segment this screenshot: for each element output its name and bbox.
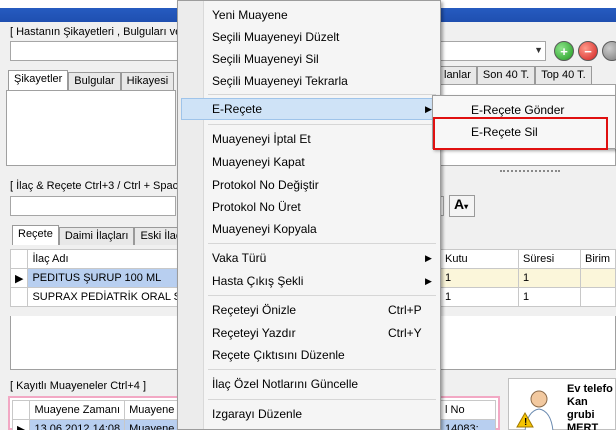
tab-daimi-ilaclari[interactable]: Daimi İlaçları — [58, 227, 135, 245]
splitter-grip[interactable] — [500, 170, 560, 172]
context-menu: Yeni Muayene Seçili Muayeneyi Düzelt Seç… — [177, 0, 441, 430]
right-tabs: lanlar Son 40 T. Top 40 T. — [438, 66, 592, 84]
visit-time-cell[interactable]: 13.06.2012 14:08 — [29, 419, 126, 430]
patient-info-text: Ev telefo Kan grubi MERT ŞA — [567, 383, 615, 430]
remove-icon[interactable]: − — [578, 41, 598, 61]
font-format-label: A — [454, 196, 465, 212]
row-pointer-icon: ▶ — [9, 268, 29, 288]
unit-header[interactable]: Birim — [580, 249, 616, 269]
drug-name-cell[interactable]: SUPRAX PEDİATRİK ORAL SÜ — [27, 287, 194, 307]
svg-text:!: ! — [524, 417, 527, 428]
submenu-arrow-icon: ▶ — [425, 104, 432, 114]
table-row[interactable]: 1 1 — [440, 287, 616, 307]
complaints-section-label: [ Hastanın Şikayetleri , Bulguları ve — [10, 26, 182, 38]
row-indicator-header — [9, 249, 29, 269]
drug-table-right: Kutu Süresi Birim 1 1 1 1 — [440, 249, 616, 307]
menu-item-repeat-visit[interactable]: Seçili Muayeneyi Tekrarla — [212, 74, 348, 88]
chevron-down-icon[interactable]: ▼ — [534, 45, 543, 55]
complaints-tabs: Şikayetler Bulgular Hikayesi — [8, 70, 175, 90]
submenu-item-send[interactable]: E-Reçete Gönder — [471, 103, 564, 117]
visits-table: Muayene Zamanı Muayene ▶ 13.06.2012 14:0… — [11, 400, 180, 430]
visit-type-cell[interactable]: Muayene — [124, 419, 180, 430]
menu-item-update-drug-notes[interactable]: İlaç Özel Notlarını Güncelle — [212, 377, 358, 391]
menu-separator — [208, 124, 436, 125]
menu-item-new-visit[interactable]: Yeni Muayene — [212, 8, 288, 22]
menu-separator — [208, 369, 436, 370]
table-row[interactable]: SUPRAX PEDİATRİK ORAL SÜ — [9, 287, 194, 307]
unit-cell[interactable] — [580, 268, 616, 288]
table-row[interactable]: ▶ PEDITUS ŞURUP 100 ML — [9, 268, 194, 288]
table-row[interactable]: 1 1 — [440, 268, 616, 288]
menu-item-edit-visit[interactable]: Seçili Muayeneyi Düzelt — [212, 30, 339, 44]
box-header[interactable]: Kutu — [440, 249, 519, 269]
font-format-button[interactable]: A▾ — [449, 195, 475, 217]
drug-search-field[interactable] — [10, 196, 176, 216]
menu-item-preview-prescription[interactable]: Reçeteyi Önizle — [212, 303, 296, 317]
menu-item-edit-printout[interactable]: Reçete Çıktısını Düzenle — [212, 348, 345, 362]
highlight-callout-box — [433, 117, 608, 150]
menu-item-edit-grid[interactable]: Izgarayı Düzenle — [212, 407, 302, 421]
shortcut-print: Ctrl+Y — [388, 326, 422, 340]
visit-no-header[interactable]: l No — [440, 400, 496, 420]
row-pointer-icon: ▶ — [11, 419, 31, 430]
blood-group-label: Kan grubi — [567, 396, 595, 421]
duration-header[interactable]: Süresi — [518, 249, 581, 269]
submenu-arrow-icon: ▶ — [425, 276, 432, 286]
menu-separator — [208, 295, 436, 296]
box-cell[interactable]: 1 — [440, 268, 519, 288]
menu-item-print-prescription[interactable]: Reçeteyi Yazdır — [212, 326, 296, 340]
duration-cell[interactable]: 1 — [518, 268, 581, 288]
patient-name-label: MERT ŞA — [567, 422, 599, 430]
table-row[interactable]: ▶ 13.06.2012 14:08 Muayene — [11, 419, 180, 430]
menu-item-change-protocol[interactable]: Protokol No Değiştir — [212, 178, 319, 192]
drug-name-header[interactable]: İlaç Adı — [27, 249, 194, 269]
menu-item-delete-visit[interactable]: Seçili Muayeneyi Sil — [212, 52, 319, 66]
row-indicator — [9, 287, 29, 307]
complaints-panel — [6, 90, 176, 166]
menu-item-close-visit[interactable]: Muayeneyi Kapat — [212, 155, 305, 169]
menu-separator — [208, 399, 436, 400]
home-phone-label: Ev telefo — [567, 383, 613, 395]
tab-sikayetler[interactable]: Şikayetler — [8, 70, 69, 90]
visit-time-header[interactable]: Muayene Zamanı — [29, 400, 126, 420]
box-cell[interactable]: 1 — [440, 287, 519, 307]
tab-lanlar[interactable]: lanlar — [438, 66, 477, 84]
doctor-avatar-icon: ! — [515, 387, 561, 430]
patient-info-card: ! Ev telefo Kan grubi MERT ŞA — [508, 378, 616, 430]
tab-hikayesi[interactable]: Hikayesi — [120, 72, 175, 90]
menu-item-e-recete[interactable]: E-Reçete — [212, 102, 262, 116]
add-icon[interactable]: + — [554, 41, 574, 61]
tab-recete[interactable]: Reçete — [12, 225, 59, 245]
menu-separator — [208, 243, 436, 244]
menu-separator — [208, 94, 436, 95]
drug-name-cell[interactable]: PEDITUS ŞURUP 100 ML — [27, 268, 194, 288]
tab-top-40[interactable]: Top 40 T. — [535, 66, 592, 84]
clear-icon[interactable] — [602, 41, 616, 61]
menu-item-generate-protocol[interactable]: Protokol No Üret — [212, 200, 301, 214]
visit-type-header[interactable]: Muayene — [124, 400, 180, 420]
shortcut-preview: Ctrl+P — [388, 303, 422, 317]
menu-item-discharge-type[interactable]: Hasta Çıkış Şekli — [212, 274, 303, 288]
menu-item-cancel-visit[interactable]: Muayeneyi İptal Et — [212, 132, 311, 146]
unit-cell[interactable] — [580, 287, 616, 307]
menu-gutter — [178, 1, 204, 429]
duration-cell[interactable]: 1 — [518, 287, 581, 307]
submenu-arrow-icon: ▶ — [425, 253, 432, 263]
tab-son-40[interactable]: Son 40 T. — [476, 66, 536, 84]
drug-section-label: [ İlaç & Reçete Ctrl+3 / Ctrl + Spac — [10, 180, 179, 192]
row-indicator-header — [11, 400, 31, 420]
menu-item-copy-visit[interactable]: Muayeneyi Kopyala — [212, 222, 317, 236]
visit-no-cell[interactable]: 14083: — [440, 419, 496, 430]
drug-table: İlaç Adı ▶ PEDITUS ŞURUP 100 ML SUPRAX P… — [9, 249, 194, 307]
visits-table-right: l No 14083: — [440, 400, 496, 430]
tab-bulgular[interactable]: Bulgular — [68, 72, 121, 90]
visits-section-label: [ Kayıtlı Muayeneler Ctrl+4 ] — [10, 380, 147, 392]
menu-item-case-type[interactable]: Vaka Türü — [212, 251, 266, 265]
drug-tabs: Reçete Daimi İlaçları Eski İlaçla — [12, 225, 196, 245]
